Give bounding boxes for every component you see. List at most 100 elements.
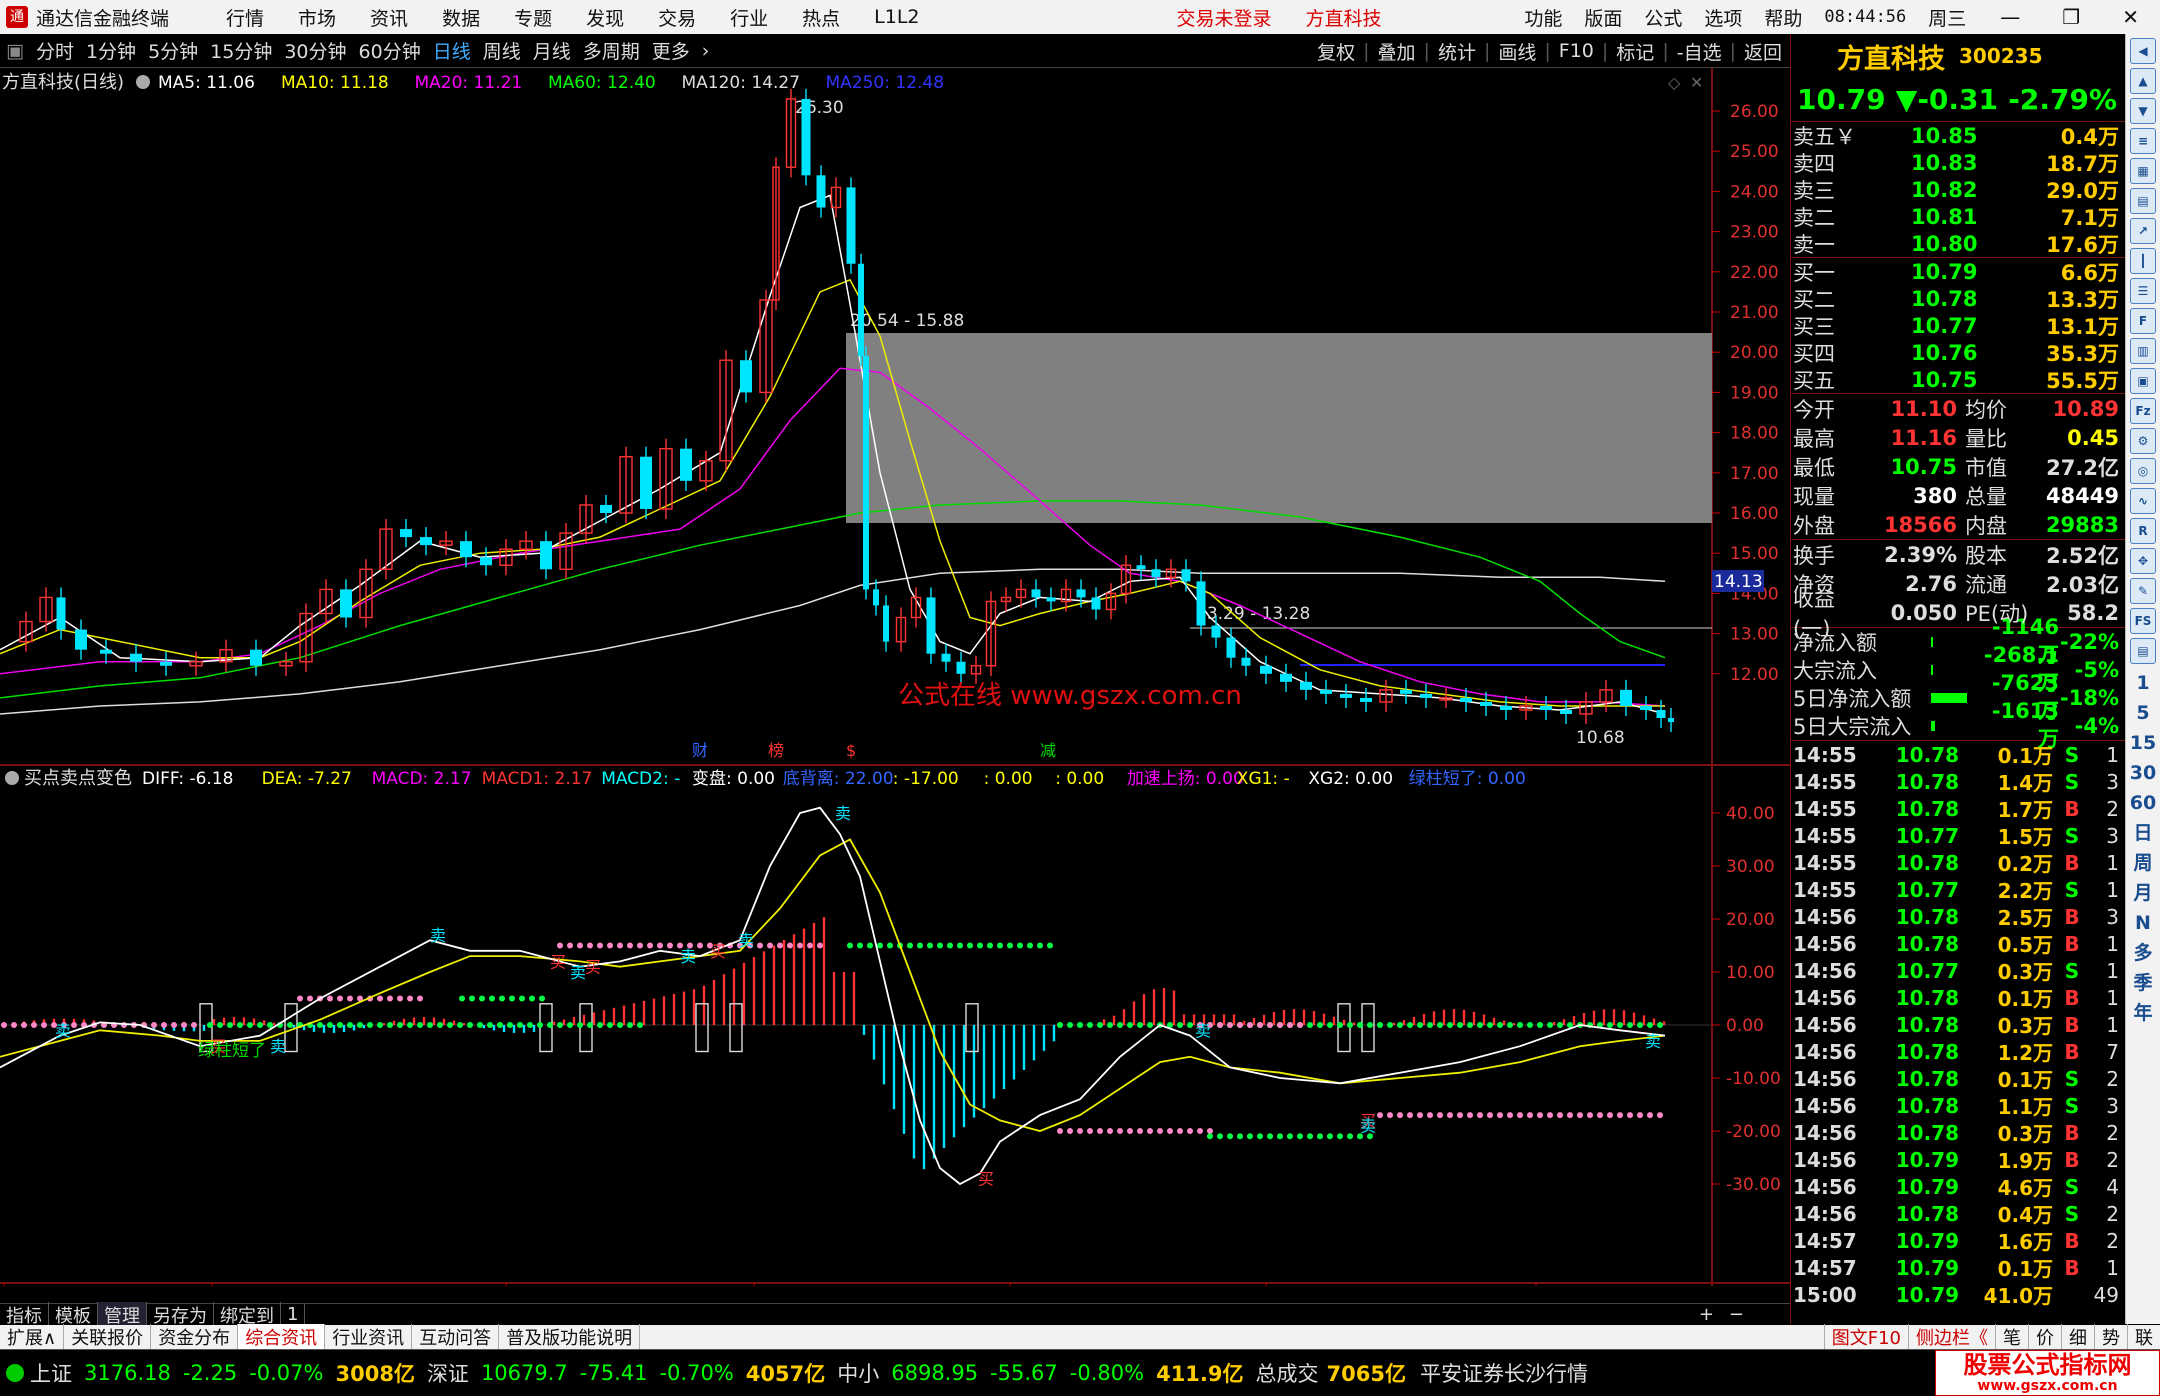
buy-level[interactable]: 买三 10.77 13.1万 <box>1791 312 2125 339</box>
arrow-up-icon[interactable]: ▲ <box>2130 68 2156 94</box>
tab-qa[interactable]: 互动问答 <box>412 1324 500 1350</box>
tick-row[interactable]: 14:56 10.79 1.9万 B 2 <box>1791 1146 2125 1174</box>
calendar-icon[interactable]: ▣ <box>2130 368 2156 394</box>
tick-row[interactable]: 14:56 10.79 4.6万 S 4 <box>1791 1173 2125 1201</box>
sell-level[interactable]: 卖四 10.83 18.7万 <box>1791 149 2125 176</box>
site-banner[interactable]: 股票公式指标网 www.gszx.com.cn <box>1935 1350 2160 1396</box>
chevron-right-icon[interactable]: › <box>702 40 710 62</box>
period-weekly[interactable]: 周线 <box>483 37 521 64</box>
kline-icon[interactable]: ┃ <box>2130 248 2156 274</box>
arrow-left-icon[interactable]: ◀ <box>2130 38 2156 64</box>
tick-row[interactable]: 14:55 10.77 2.2万 S 1 <box>1791 876 2125 904</box>
period-shortcut[interactable]: 60 <box>2130 788 2156 818</box>
period-shortcut[interactable]: 年 <box>2133 998 2152 1028</box>
sell-level[interactable]: 卖一 10.80 17.6万 <box>1791 230 2125 257</box>
wave-icon[interactable]: ∿ <box>2130 488 2156 514</box>
rsi-icon[interactable]: R <box>2130 518 2156 544</box>
menu-layout[interactable]: 版面 <box>1584 4 1622 31</box>
period-shortcut[interactable]: 月 <box>2133 878 2152 908</box>
tool-stats[interactable]: 统计 <box>1438 38 1476 65</box>
tick-row[interactable]: 14:55 10.78 0.2万 B 1 <box>1791 849 2125 877</box>
tick-row[interactable]: 14:55 10.78 1.4万 S 3 <box>1791 768 2125 796</box>
trade-login-status[interactable]: 交易未登录 <box>1177 4 1272 31</box>
trend-chart-icon[interactable]: ↗ <box>2130 218 2156 244</box>
tick-row[interactable]: 14:56 10.78 1.1万 S 3 <box>1791 1092 2125 1120</box>
zoom-in-icon[interactable]: + <box>1693 1304 1720 1325</box>
zoom-out-icon[interactable]: − <box>1723 1304 1750 1325</box>
menu-discover[interactable]: 发现 <box>586 4 624 31</box>
tick-row[interactable]: 15:00 10.79 41.0万 49 <box>1791 1281 2125 1309</box>
tick-row[interactable]: 14:55 10.78 0.1万 S 1 <box>1791 741 2125 769</box>
sell-level[interactable]: 卖三 10.82 29.0万 <box>1791 176 2125 203</box>
period-30min[interactable]: 30分钟 <box>284 37 346 64</box>
tab-f10-text[interactable]: 图文F10 <box>1823 1324 1908 1350</box>
settings-icon[interactable]: ⚙ <box>2130 428 2156 454</box>
tool-adjust[interactable]: 复权 <box>1317 38 1355 65</box>
menu-quotes[interactable]: 行情 <box>226 4 264 31</box>
tab-general-news[interactable]: 综合资讯 <box>238 1324 326 1350</box>
arrow-down-icon[interactable]: ▼ <box>2130 98 2156 124</box>
move-icon[interactable]: ✥ <box>2130 548 2156 574</box>
menu-help[interactable]: 帮助 <box>1764 4 1802 31</box>
period-shortcut[interactable]: 日 <box>2133 818 2152 848</box>
minimize-icon[interactable]: — <box>2000 5 2020 29</box>
tick-row[interactable]: 14:56 10.78 1.2万 B 7 <box>1791 1038 2125 1066</box>
tick-row[interactable]: 14:57 10.79 1.6万 B 2 <box>1791 1227 2125 1255</box>
tab-related-quotes[interactable]: 关联报价 <box>64 1324 152 1350</box>
tool-overlay[interactable]: 叠加 <box>1378 38 1416 65</box>
tab-price[interactable]: 价 <box>2028 1324 2061 1350</box>
menu-trade[interactable]: 交易 <box>658 4 696 31</box>
period-more[interactable]: 更多 <box>652 37 690 64</box>
tool-watchlist[interactable]: -自选 <box>1677 38 1722 65</box>
menu-market[interactable]: 市场 <box>298 4 336 31</box>
tick-row[interactable]: 14:56 10.78 0.5万 B 1 <box>1791 930 2125 958</box>
tool-draw[interactable]: 画线 <box>1498 38 1536 65</box>
period-shortcut[interactable]: N <box>2135 908 2151 938</box>
tick-row[interactable]: 14:56 10.78 2.5万 B 3 <box>1791 903 2125 931</box>
menu-hot[interactable]: 热点 <box>802 4 840 31</box>
period-daily[interactable]: 日线 <box>433 37 471 64</box>
menu-data[interactable]: 数据 <box>442 4 480 31</box>
tool-f10[interactable]: F10 <box>1559 40 1594 62</box>
period-shortcut[interactable]: 季 <box>2133 968 2152 998</box>
period-shortcut[interactable]: 周 <box>2133 848 2152 878</box>
tab-detail[interactable]: 细 <box>2061 1324 2094 1350</box>
fs-icon[interactable]: FS <box>2130 608 2156 634</box>
tick-row[interactable]: 14:57 10.79 0.1万 B 1 <box>1791 1254 2125 1282</box>
tick-row[interactable]: 14:56 10.78 0.1万 S 2 <box>1791 1065 2125 1093</box>
tick-row[interactable]: 14:56 10.78 0.4万 S 2 <box>1791 1200 2125 1228</box>
layers-icon[interactable]: ▤ <box>2130 638 2156 664</box>
fz-icon[interactable]: Fz <box>2130 398 2156 424</box>
tick-row[interactable]: 14:55 10.78 1.7万 B 2 <box>1791 795 2125 823</box>
period-shortcut[interactable]: 15 <box>2130 728 2156 758</box>
marker-reduce[interactable]: 减 <box>1040 741 1056 760</box>
grid-icon[interactable]: ▤ <box>2130 188 2156 214</box>
chart-area[interactable]: 方直科技(日线) MA5: 11.06 MA10: 11.18 MA20: 11.2… <box>0 68 1790 1310</box>
period-shortcut[interactable]: 30 <box>2130 758 2156 788</box>
buy-level[interactable]: 买五 10.75 55.5万 <box>1791 366 2125 393</box>
menu-news[interactable]: 资讯 <box>370 4 408 31</box>
period-monthly[interactable]: 月线 <box>533 37 571 64</box>
sell-level[interactable]: 卖二 10.81 7.1万 <box>1791 203 2125 230</box>
tool-back[interactable]: 返回 <box>1744 38 1782 65</box>
tick-row[interactable]: 14:55 10.77 1.5万 S 3 <box>1791 822 2125 850</box>
list-icon[interactable]: ☰ <box>2130 278 2156 304</box>
tab-link[interactable]: 联 <box>2127 1324 2160 1350</box>
marker-finance[interactable]: 财 <box>692 741 708 760</box>
period-15min[interactable]: 15分钟 <box>210 37 272 64</box>
menu-l1l2[interactable]: L1L2 <box>874 6 919 28</box>
close-icon[interactable]: ✕ <box>2122 5 2139 29</box>
tick-row[interactable]: 14:56 10.77 0.3万 S 1 <box>1791 957 2125 985</box>
buy-level[interactable]: 买一 10.79 6.6万 <box>1791 258 2125 285</box>
tab-strokes[interactable]: 笔 <box>1995 1324 2028 1350</box>
marker-dollar[interactable]: $ <box>846 741 856 760</box>
tick-row[interactable]: 14:56 10.78 0.3万 B 2 <box>1791 1119 2125 1147</box>
period-timeshare[interactable]: 分时 <box>36 37 74 64</box>
bar-chart-icon[interactable]: ▥ <box>2130 338 2156 364</box>
tab-sidebar[interactable]: 侧边栏《 <box>1908 1324 1995 1350</box>
menu-formula[interactable]: 公式 <box>1644 4 1682 31</box>
index-ticker[interactable]: 上证 3176.18 -2.25 -0.07% 3008亿 深证 10679.7 -75.41… <box>30 1358 1256 1388</box>
menu-industry[interactable]: 行业 <box>730 4 768 31</box>
diamond-icon[interactable]: ◇ <box>1668 73 1681 92</box>
tick-row[interactable]: 14:56 10.78 0.1万 B 1 <box>1791 984 2125 1012</box>
